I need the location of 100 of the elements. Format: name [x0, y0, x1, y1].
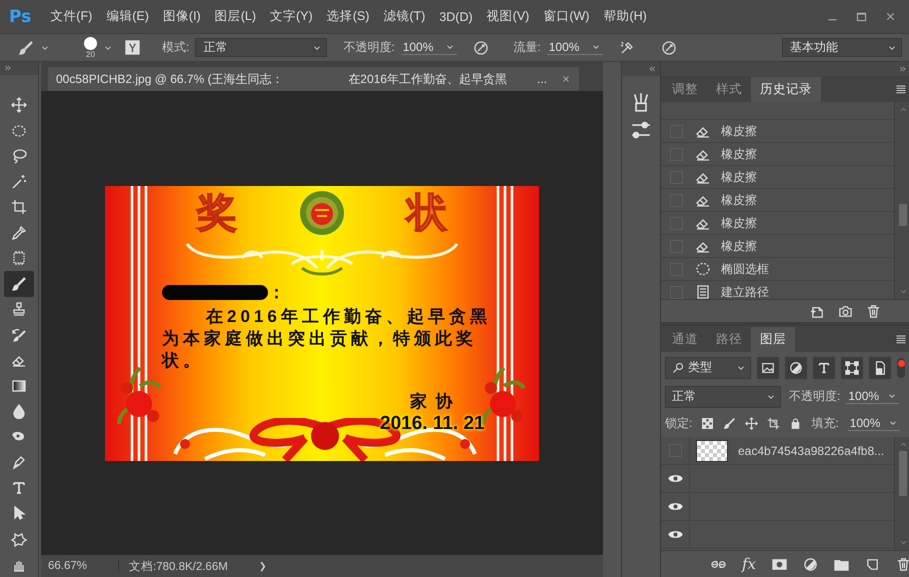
menu-item[interactable]: 视图(V)	[482, 6, 534, 27]
menu-item[interactable]: 图层(L)	[210, 6, 262, 27]
drop-icon	[11, 403, 27, 420]
mode-label: 模式:	[162, 39, 190, 56]
emblem-icon	[299, 190, 345, 236]
collapse-icon[interactable]	[648, 65, 656, 73]
menu-icon[interactable]	[895, 333, 908, 345]
opacity-label: 不透明度:	[789, 388, 840, 405]
status-menu-arrow[interactable]: ❯	[259, 560, 267, 572]
history-state[interactable]: 橡皮擦	[661, 189, 894, 212]
panel-tab[interactable]: 路径	[707, 327, 751, 352]
new-layer-icon[interactable]	[865, 556, 880, 572]
zoom-level[interactable]: 66.67%	[48, 560, 119, 572]
menu-item[interactable]: 选择(S)	[322, 6, 374, 27]
airbrush-icon[interactable]	[619, 40, 636, 56]
mask-icon[interactable]	[772, 556, 788, 572]
document-size: 文档:780.8K/2.66M	[129, 560, 229, 574]
panel-tab[interactable]: 通道	[663, 327, 707, 352]
panel-tab[interactable]: 样式	[707, 77, 751, 102]
lock-pixels-icon[interactable]	[723, 417, 736, 430]
history-state[interactable]: 橡皮擦	[661, 166, 894, 189]
gradient-icon	[11, 378, 27, 394]
panel-tab[interactable]: 调整	[663, 77, 707, 102]
ellipse-marquee-icon	[11, 122, 27, 139]
tool-button[interactable]	[4, 271, 34, 296]
document-tab[interactable]: 00c58PICHB2.jpg @ 66.7% (王海生同志： 在2016年工作勤奋、起早贪黑 ...	[48, 67, 579, 91]
menu-item[interactable]: 窗口(W)	[538, 6, 594, 27]
camera-icon[interactable]	[838, 304, 854, 318]
menu-item[interactable]: 3D(D)	[434, 8, 478, 26]
crop-icon	[11, 199, 27, 216]
lock-artboard-icon[interactable]	[767, 417, 780, 430]
snapshot-source-checkbox[interactable]	[670, 286, 683, 298]
expand-icon[interactable]	[4, 64, 12, 72]
panel-tab[interactable]: 图层	[751, 327, 795, 352]
menu-item[interactable]: 文字(Y)	[265, 6, 318, 27]
history-state[interactable]: 橡皮擦	[661, 143, 894, 166]
workspace-dropdown[interactable]: 基本功能	[782, 38, 902, 57]
filter-button[interactable]	[757, 356, 779, 378]
close-icon[interactable]	[561, 74, 571, 84]
layer-style-button[interactable]: fx	[742, 555, 756, 573]
history-state[interactable]: 建立路径	[661, 281, 894, 299]
lock-icon[interactable]	[789, 417, 802, 430]
pressure-icon[interactable]	[473, 40, 490, 56]
document-title: 在2016年工作勤奋、起早贪黑	[348, 70, 507, 88]
brushes-icon[interactable]	[631, 92, 651, 112]
pen-icon	[11, 454, 27, 470]
menu-item[interactable]: 帮助(H)	[598, 6, 652, 27]
adjustment-icon[interactable]	[803, 556, 818, 572]
type-icon	[817, 360, 831, 374]
scrollbar[interactable]	[895, 102, 909, 299]
certificate-signer: 家 协	[410, 390, 456, 412]
lock-transparency-icon[interactable]	[701, 417, 714, 430]
maximize-icon[interactable]	[855, 10, 868, 23]
magic-wand-icon	[11, 174, 27, 190]
brush-icon[interactable]	[18, 40, 34, 56]
document-icon	[695, 284, 711, 299]
layer-row[interactable]: eac4b74543a98226a4fb8...	[661, 437, 894, 465]
fill-field[interactable]: 100%	[848, 416, 900, 431]
history-state[interactable]: 橡皮擦	[661, 212, 894, 235]
filter-button[interactable]	[813, 356, 835, 378]
history-state-label: 橡皮擦	[721, 238, 757, 254]
layer-filter-dropdown[interactable]: 类型	[665, 356, 751, 378]
flow-field[interactable]: 100%	[546, 40, 604, 55]
brush-icon	[11, 276, 27, 292]
filter-button[interactable]	[785, 356, 807, 378]
filter-toggle[interactable]	[897, 358, 905, 378]
history-state[interactable]: 橡皮擦	[661, 235, 894, 258]
patch-icon	[11, 250, 27, 266]
app-logo: Ps	[9, 6, 32, 26]
sliders-icon[interactable]	[631, 120, 651, 140]
blend-mode-dropdown[interactable]: 正常	[665, 386, 781, 408]
filter-button[interactable]	[841, 356, 863, 378]
document-title: 00c58PICHB2.jpg @ 66.7% (王海生同志：	[56, 70, 284, 88]
scroll-thumb[interactable]	[899, 451, 908, 496]
lock-position-icon[interactable]	[745, 417, 758, 430]
history-state[interactable]: 椭圆选框	[661, 258, 894, 281]
panel-tab[interactable]: 历史记录	[751, 77, 821, 102]
history-state[interactable]: 橡皮擦	[661, 120, 894, 143]
menu-item[interactable]: 滤镜(T)	[378, 6, 430, 27]
brush-tip-preview[interactable]	[84, 36, 97, 50]
menu-icon[interactable]	[895, 83, 908, 95]
collapse-icon[interactable]	[899, 65, 908, 73]
image-icon	[761, 360, 775, 374]
mode-dropdown[interactable]: 正常	[195, 38, 328, 57]
trash-icon[interactable]	[866, 304, 882, 318]
scrollbar[interactable]	[895, 437, 909, 550]
menu-item[interactable]: 图像(I)	[158, 6, 206, 27]
trash-icon[interactable]	[896, 556, 909, 572]
opacity-field[interactable]: 100%	[846, 389, 900, 404]
fill-label: 填充:	[811, 415, 839, 432]
lock-label: 锁定:	[665, 415, 692, 432]
menu-item[interactable]: 编辑(E)	[101, 6, 154, 27]
pressure-size-icon[interactable]	[661, 40, 678, 56]
salutation-colon: ：	[268, 282, 285, 304]
menu-item[interactable]: 文件(F)	[45, 6, 98, 27]
history-state-label: 椭圆选框	[721, 260, 769, 278]
filter-button[interactable]	[869, 356, 891, 378]
opacity-field[interactable]: 100%	[400, 40, 458, 55]
scroll-thumb[interactable]	[899, 204, 908, 226]
brush-panel-icon[interactable]	[125, 40, 140, 55]
